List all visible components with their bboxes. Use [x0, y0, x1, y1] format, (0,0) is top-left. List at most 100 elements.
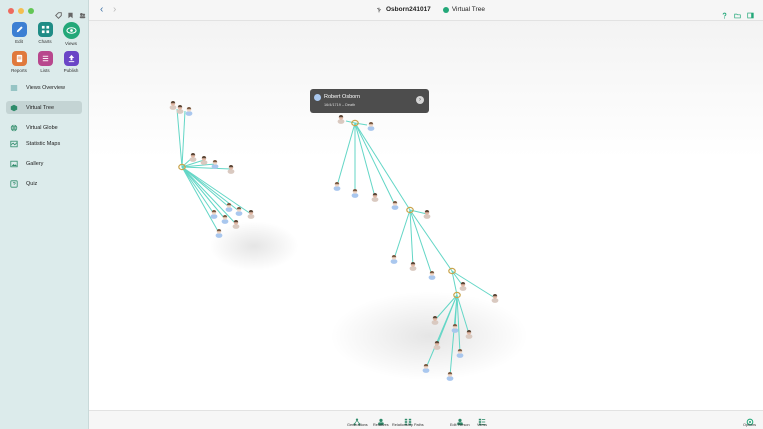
reports-tool[interactable]: Reports: [7, 51, 31, 73]
relationship-line: [181, 110, 186, 168]
photo-icon: [9, 159, 18, 168]
title-bar: ‹ › Osborn241017 Virtual Tree: [89, 0, 763, 21]
generations-button[interactable]: Generations: [347, 413, 368, 427]
publish-tool[interactable]: Publish: [59, 51, 83, 73]
list-icon: [9, 83, 18, 92]
person-node[interactable]: [409, 262, 417, 271]
cube-icon: [9, 103, 18, 112]
help-icon[interactable]: [721, 6, 728, 19]
edit-tool[interactable]: Edit: [7, 22, 31, 46]
chart-tree-icon: [37, 22, 53, 37]
person-node[interactable]: [176, 105, 184, 114]
relationship-paths-icon: [404, 413, 412, 426]
window-controls: [8, 8, 34, 14]
quiz-icon: [9, 179, 18, 188]
charts-tool[interactable]: Charts: [33, 22, 57, 46]
tree-graph[interactable]: [89, 21, 763, 410]
relationship-line: [354, 122, 376, 198]
sidebar-toggle-icon[interactable]: [747, 6, 754, 19]
chevron-right-icon[interactable]: ›: [416, 96, 424, 104]
family-tree-icon: [376, 7, 382, 13]
person-name: Robert Osborn: [324, 94, 361, 100]
forward-button[interactable]: ›: [113, 4, 116, 15]
person-node[interactable]: [371, 193, 379, 202]
sidebar-item-virtual-globe[interactable]: Virtual Globe: [6, 121, 82, 134]
bookmark-icon[interactable]: [67, 6, 74, 19]
person-node[interactable]: [390, 254, 398, 264]
relationship-line: [434, 294, 458, 321]
person-node[interactable]: [337, 114, 345, 124]
relationship-line: [181, 166, 226, 220]
person-node[interactable]: [465, 330, 473, 339]
map-icon: [9, 139, 18, 148]
bottom-toolbar: Generations Relatives Relationship Paths…: [89, 410, 763, 429]
options-button[interactable]: Options: [743, 413, 756, 427]
generations-icon: [353, 413, 361, 426]
relatives-icon: [377, 413, 385, 426]
person-node[interactable]: [189, 153, 197, 162]
lists-tool[interactable]: Lists: [33, 51, 57, 73]
sidebar-item-gallery[interactable]: Gallery: [6, 157, 82, 170]
sidebar: Edit Charts Views Reports Lists Publish …: [0, 0, 89, 429]
person-node[interactable]: [391, 200, 399, 210]
view-title: Virtual Tree: [451, 6, 485, 13]
sidebar-item-quiz[interactable]: Quiz: [6, 177, 82, 190]
virtual-tree-icon: [442, 6, 449, 13]
people-icon[interactable]: [79, 6, 86, 19]
person-node[interactable]: [169, 101, 177, 110]
zoom-window-button[interactable]: [28, 8, 34, 14]
lists-tool-label: Lists: [40, 68, 50, 73]
report-icon: [11, 51, 27, 66]
person-avatar: [314, 94, 321, 101]
minimize-window-button[interactable]: [18, 8, 24, 14]
views-grid-icon: [478, 413, 486, 426]
person-node[interactable]: [422, 364, 430, 373]
person-node[interactable]: [491, 294, 499, 303]
virtual-tree-canvas[interactable]: Robert Osborn 16/4/1719 – Death ›: [89, 21, 763, 410]
person-node[interactable]: [367, 121, 375, 131]
views-tool[interactable]: Views: [59, 22, 83, 46]
close-window-button[interactable]: [8, 8, 14, 14]
person-node[interactable]: [451, 324, 459, 333]
sidebar-item-views-overview[interactable]: Views Overview: [6, 81, 82, 94]
person-node[interactable]: [333, 182, 341, 191]
person-node[interactable]: [456, 349, 464, 358]
pencil-icon: [11, 22, 27, 37]
person-node[interactable]: [227, 165, 235, 174]
relationship-line: [393, 209, 411, 260]
views-tool-label: Views: [65, 41, 77, 46]
publish-tool-label: Publish: [63, 68, 79, 73]
sidebar-item-label: Statistic Maps: [26, 140, 61, 147]
folder-icon[interactable]: [734, 6, 741, 19]
charts-tool-label: Charts: [38, 39, 52, 44]
back-button[interactable]: ‹: [100, 4, 103, 15]
person-node[interactable]: [235, 206, 243, 216]
titlebar-actions: [721, 6, 754, 19]
person-node[interactable]: [351, 188, 359, 198]
relationship-line: [181, 166, 252, 215]
person-node[interactable]: [215, 229, 223, 238]
views-button[interactable]: Views: [477, 413, 487, 427]
person-node[interactable]: [247, 210, 255, 219]
edit-person-button[interactable]: Edit Person: [450, 413, 470, 427]
edit-person-label: Edit Person: [450, 423, 470, 427]
sidebar-item-statistic-maps[interactable]: Statistic Maps: [6, 137, 82, 150]
relationship-line: [451, 270, 496, 299]
person-node[interactable]: [446, 372, 454, 381]
person-edit-icon: [456, 413, 464, 426]
person-popup[interactable]: Robert Osborn 16/4/1719 – Death ›: [310, 89, 429, 113]
window-title: Osborn241017: [386, 6, 431, 13]
sidebar-item-label: Virtual Tree: [26, 104, 55, 111]
relationship-paths-label: Relationship Paths: [392, 423, 424, 427]
relationship-paths-button[interactable]: Relationship Paths: [392, 413, 424, 427]
person-node[interactable]: [185, 107, 193, 116]
person-node[interactable]: [423, 209, 431, 219]
upload-icon: [63, 51, 79, 66]
sidebar-item-label: Views Overview: [26, 84, 66, 91]
relatives-button[interactable]: Relatives: [373, 413, 389, 427]
tag-icon[interactable]: [55, 6, 62, 19]
sidebar-item-virtual-tree[interactable]: Virtual Tree: [6, 101, 82, 114]
person-node[interactable]: [428, 271, 436, 280]
person-node[interactable]: [433, 341, 441, 350]
relationship-line: [345, 120, 356, 124]
